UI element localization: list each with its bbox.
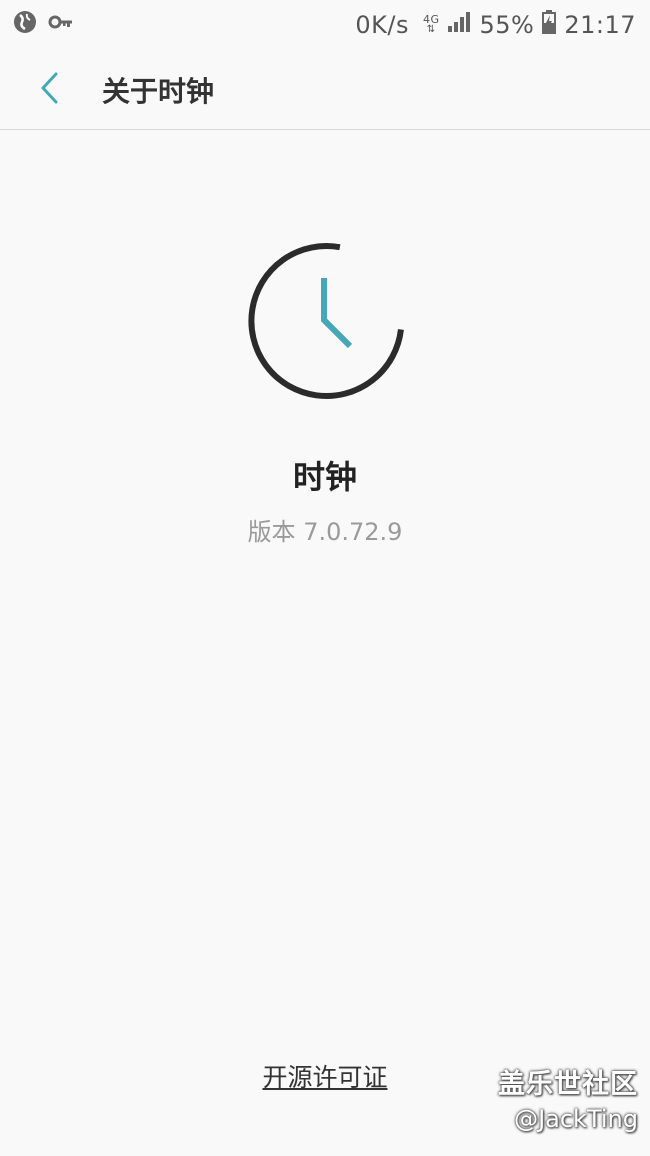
back-button[interactable] [20, 60, 80, 120]
watermark-user: @JackTing [514, 1105, 638, 1133]
status-right-info: 0K/s 4G ⇅ 55% 21:17 [355, 10, 636, 40]
chevron-left-icon [38, 70, 62, 110]
app-name: 时钟 [292, 458, 357, 496]
app-bar: 关于时钟 [0, 50, 650, 130]
open-source-license-link[interactable]: 开源许可证 [262, 1063, 387, 1092]
signal-icon [447, 11, 471, 39]
status-bar: 0K/s 4G ⇅ 55% 21:17 [0, 0, 650, 50]
network-speed: 0K/s [355, 11, 409, 39]
about-clock-screen: 0K/s 4G ⇅ 55% 21:17 关于时钟 时钟 版本 7.0.72.9 … [0, 0, 650, 1156]
watermark: 盖乐世社区 @JackTing [498, 1062, 638, 1133]
network-type-icon: 4G ⇅ [422, 13, 440, 35]
status-left-icons [12, 9, 74, 41]
battery-percent: 55% [479, 11, 535, 39]
battery-icon [542, 10, 557, 40]
watermark-title: 盖乐世社区 [498, 1069, 638, 1100]
key-icon [48, 9, 74, 41]
vpn-globe-icon [12, 9, 38, 41]
app-version: 版本 7.0.72.9 [247, 518, 403, 546]
clock-icon [246, 242, 404, 400]
clock-time: 21:17 [564, 11, 636, 39]
page-title: 关于时钟 [102, 74, 215, 108]
